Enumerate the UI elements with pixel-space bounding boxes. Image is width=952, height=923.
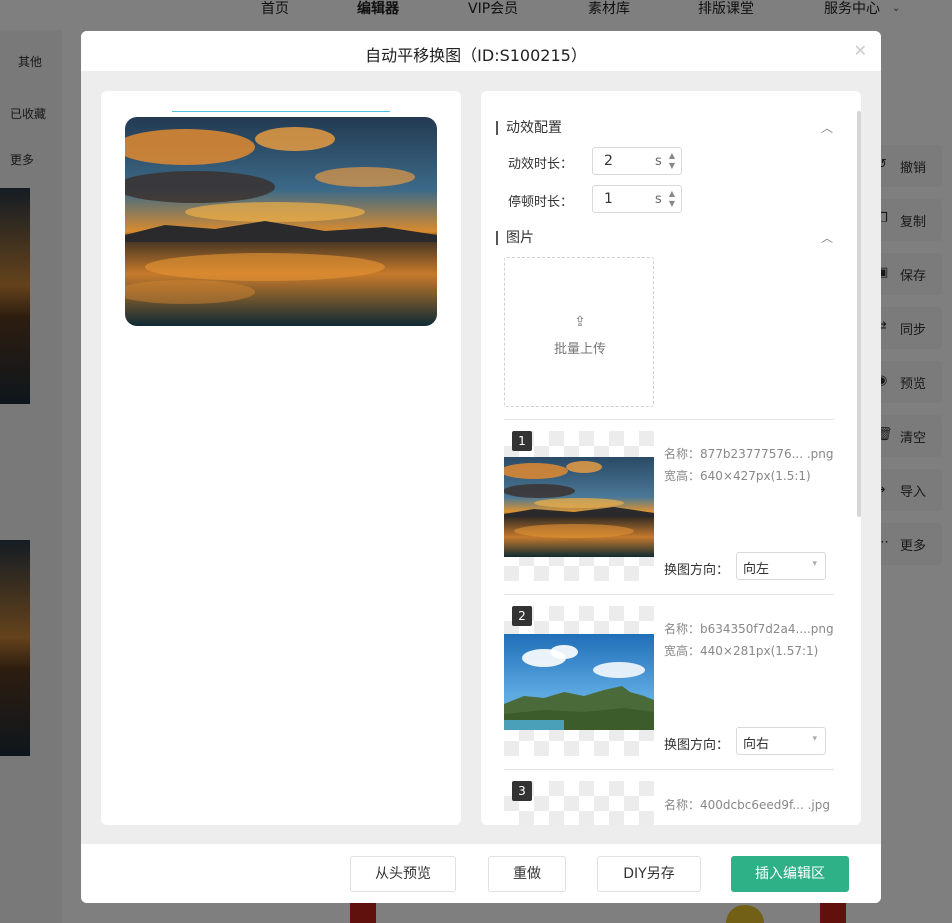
redo-button[interactable]: 重做 [488, 856, 566, 892]
duration-input[interactable]: 2 s ▲ ▼ [592, 147, 682, 175]
pause-input[interactable]: 1 s ▲ ▼ [592, 185, 682, 213]
image-item: 1 名称：877b23777576... .png 宽高：640×427px(1… [500, 431, 834, 606]
section-title-effect: 动效配置 [496, 121, 562, 135]
stepper-icon[interactable]: ▲ ▼ [667, 151, 677, 171]
modal-footer: 从头预览 重做 DIY另存 插入编辑区 [81, 844, 881, 903]
chevron-down-icon: ▾ [812, 559, 817, 569]
upload-label: 批量上传 [553, 342, 606, 357]
modal-header: 自动平移换图（ID:S100215） ✕ [81, 31, 881, 71]
pause-unit: s [655, 192, 662, 207]
direction-value: 向右 [743, 737, 770, 752]
direction-select[interactable]: 向右 ▾ [736, 727, 826, 755]
diy-save-button[interactable]: DIY另存 [597, 856, 701, 892]
settings-panel: 动效配置 ︿ 动效时长： 2 s ▲ ▼ 停顿时长： 1 s ▲ ▼ 图片 ︿ ⇪ … [481, 91, 861, 825]
auto-pan-dialog: 自动平移换图（ID:S100215） ✕ 动效配置 ︿ 动效时长： 2 s ▲ … [81, 31, 881, 903]
preview-panel [101, 91, 461, 825]
image-index: 1 [512, 431, 532, 451]
image-index: 3 [512, 781, 532, 801]
insert-editor-button[interactable]: 插入编辑区 [731, 856, 849, 892]
pause-value: 1 [604, 191, 613, 207]
image-thumbnail[interactable] [500, 457, 654, 557]
image-item: 2 名称：b634350f7d2a4....png 宽高：440×281px(1… [504, 606, 834, 781]
modal-body: 动效配置 ︿ 动效时长： 2 s ▲ ▼ 停顿时长： 1 s ▲ ▼ 图片 ︿ ⇪ … [81, 71, 881, 844]
pause-label: 停顿时长： [508, 195, 574, 210]
chevron-up-icon[interactable]: ︿ [821, 119, 833, 136]
image-index: 2 [512, 606, 532, 626]
image-name: 名称：877b23777576... .png [664, 447, 834, 461]
upload-icon: ⇪ [574, 314, 586, 330]
chevron-up-icon[interactable]: ︿ [821, 229, 833, 246]
duration-unit: s [655, 154, 662, 169]
modal-title: 自动平移换图（ID:S100215） [365, 46, 587, 65]
image-name: 名称：b634350f7d2a4....png [664, 622, 834, 636]
divider [504, 594, 834, 595]
section-title-images: 图片 [496, 231, 534, 245]
duration-value: 2 [604, 153, 613, 169]
batch-upload-button[interactable]: ⇪ 批量上传 [504, 257, 654, 407]
image-name: 名称：400dcbc6eed9f... .jpg [664, 798, 830, 812]
stepper-icon[interactable]: ▲ ▼ [667, 189, 677, 209]
divider [504, 419, 834, 420]
close-icon[interactable]: ✕ [854, 41, 867, 60]
direction-label: 换图方向： [664, 563, 730, 578]
direction-select[interactable]: 向左 ▾ [736, 552, 826, 580]
image-thumbnail[interactable] [504, 634, 654, 730]
scrollbar[interactable] [857, 111, 861, 517]
direction-value: 向左 [743, 562, 770, 577]
preview-progress-line [172, 111, 390, 112]
direction-label: 换图方向： [664, 738, 730, 753]
chevron-down-icon: ▾ [812, 734, 817, 744]
divider [504, 769, 834, 770]
duration-label: 动效时长： [508, 157, 574, 172]
image-size: 宽高：640×427px(1.5:1) [664, 469, 811, 483]
replay-preview-button[interactable]: 从头预览 [350, 856, 456, 892]
image-item: 3 名称：400dcbc6eed9f... .jpg [504, 781, 834, 825]
image-size: 宽高：440×281px(1.57:1) [664, 644, 819, 658]
preview-image [125, 117, 437, 326]
